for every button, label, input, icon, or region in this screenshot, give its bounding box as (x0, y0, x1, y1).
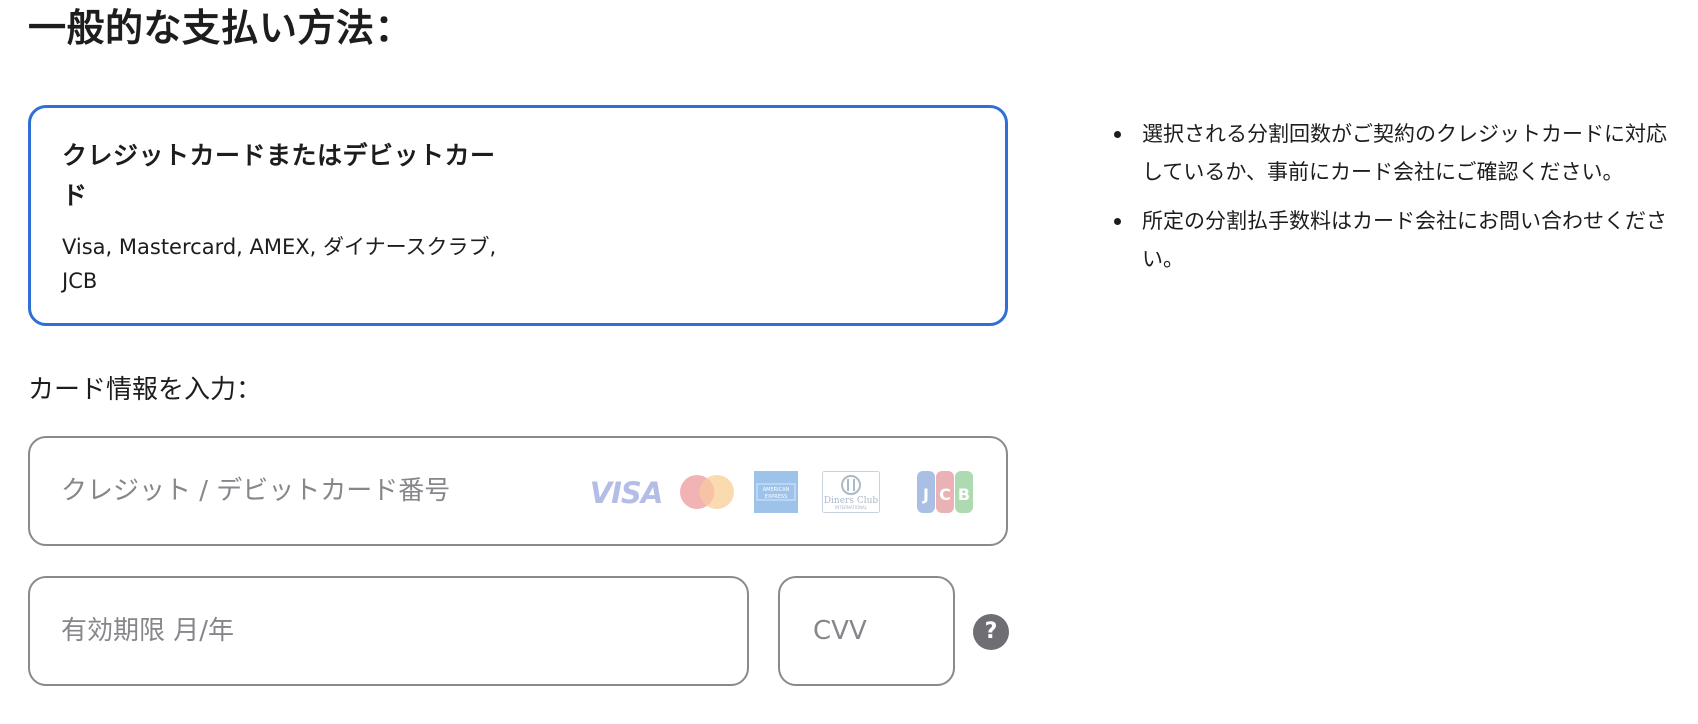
cvv-input[interactable] (780, 578, 953, 684)
payment-method-title: クレジットカードまたはデビットカード (62, 141, 496, 210)
cvv-help-icon[interactable]: ? (973, 614, 1009, 650)
note-item: 選択される分割回数がご契約のクレジットカードに対応しているか、事前にカード会社に… (1110, 115, 1670, 191)
expiry-input[interactable] (30, 578, 747, 684)
installment-notes-list: 選択される分割回数がご契約のクレジットカードに対応しているか、事前にカード会社に… (1110, 115, 1670, 289)
payment-method-subtitle: Visa, Mastercard, AMEX, ダイナースクラブ, JCB (62, 235, 497, 293)
payment-method-card-credit-debit[interactable]: クレジットカードまたはデビットカード Visa, Mastercard, AME… (28, 105, 1008, 326)
cvv-field (778, 576, 955, 686)
card-number-input[interactable] (30, 438, 1006, 544)
card-number-field: VISA AMERICAN EXPRESS D (28, 436, 1008, 546)
note-item: 所定の分割払手数料はカード会社にお問い合わせください。 (1110, 202, 1670, 278)
page-title: 一般的な支払い方法： (28, 6, 414, 50)
expiry-field (28, 576, 749, 686)
card-info-label: カード情報を入力： (28, 375, 263, 405)
